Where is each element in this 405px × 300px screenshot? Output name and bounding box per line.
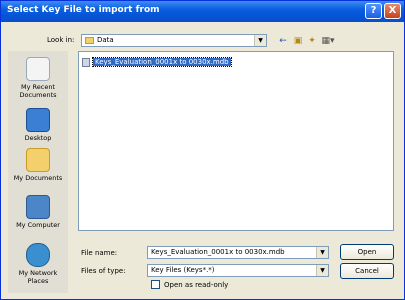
look-in-value: Data	[97, 36, 114, 44]
database-file-icon	[82, 57, 90, 67]
cancel-button[interactable]: Cancel	[340, 263, 394, 279]
read-only-label[interactable]: Open as read-only	[164, 281, 228, 289]
place-my-documents[interactable]: My Documents	[8, 148, 68, 182]
place-label: My Computer	[16, 221, 60, 229]
views-menu-icon[interactable]: ▦▾	[320, 35, 336, 47]
place-label: My Network Places	[18, 269, 58, 285]
file-dialog-window: Select Key File to import from ? X Look …	[0, 0, 405, 300]
place-my-recent-documents[interactable]: My Recent Documents	[8, 57, 68, 99]
desktop-icon	[26, 108, 50, 132]
places-bar: My Recent Documents Desktop My Documents…	[8, 51, 68, 293]
place-label: My Documents	[13, 174, 63, 182]
file-name-text: Keys_Evaluation_0001x to 0030x.mdb	[92, 57, 232, 67]
file-name-label: File name:	[81, 249, 118, 257]
folder-icon	[85, 36, 94, 44]
close-button[interactable]: X	[384, 3, 401, 19]
look-in-dropdown[interactable]: Data ▼	[81, 34, 267, 47]
files-of-type-dropdown[interactable]: Key Files (Keys*.*) ▼	[147, 264, 329, 277]
chevron-down-icon[interactable]: ▼	[316, 247, 328, 258]
place-my-network-places[interactable]: My Network Places	[8, 243, 68, 285]
new-folder-icon[interactable]: ✦	[306, 35, 318, 47]
list-item[interactable]: Keys_Evaluation_0001x to 0030x.mdb	[82, 57, 232, 68]
window-title: Select Key File to import from	[7, 5, 160, 15]
read-only-checkbox[interactable]	[151, 280, 160, 289]
network-places-icon	[26, 243, 50, 267]
my-documents-icon	[26, 148, 50, 172]
help-button[interactable]: ?	[365, 3, 382, 19]
open-button[interactable]: Open	[340, 244, 394, 260]
chevron-down-icon[interactable]: ▼	[254, 35, 266, 46]
files-of-type-value: Key Files (Keys*.*)	[151, 266, 215, 274]
title-bar[interactable]: Select Key File to import from ? X	[1, 1, 404, 22]
place-desktop[interactable]: Desktop	[8, 108, 68, 142]
look-in-label: Look in:	[47, 36, 75, 44]
file-list[interactable]: Keys_Evaluation_0001x to 0030x.mdb	[78, 51, 394, 231]
recent-documents-icon	[26, 57, 50, 81]
my-computer-icon	[26, 195, 50, 219]
files-of-type-label: Files of type:	[81, 267, 126, 275]
file-name-value: Keys_Evaluation_0001x to 0030x.mdb	[151, 248, 285, 256]
place-my-computer[interactable]: My Computer	[8, 195, 68, 229]
place-label: My Recent Documents	[19, 83, 57, 99]
place-label: Desktop	[24, 134, 52, 142]
up-folder-icon[interactable]: ▣	[292, 35, 304, 47]
chevron-down-icon[interactable]: ▼	[316, 265, 328, 276]
file-name-input[interactable]: Keys_Evaluation_0001x to 0030x.mdb ▼	[147, 246, 329, 259]
back-arrow-icon[interactable]: ←	[277, 35, 289, 47]
